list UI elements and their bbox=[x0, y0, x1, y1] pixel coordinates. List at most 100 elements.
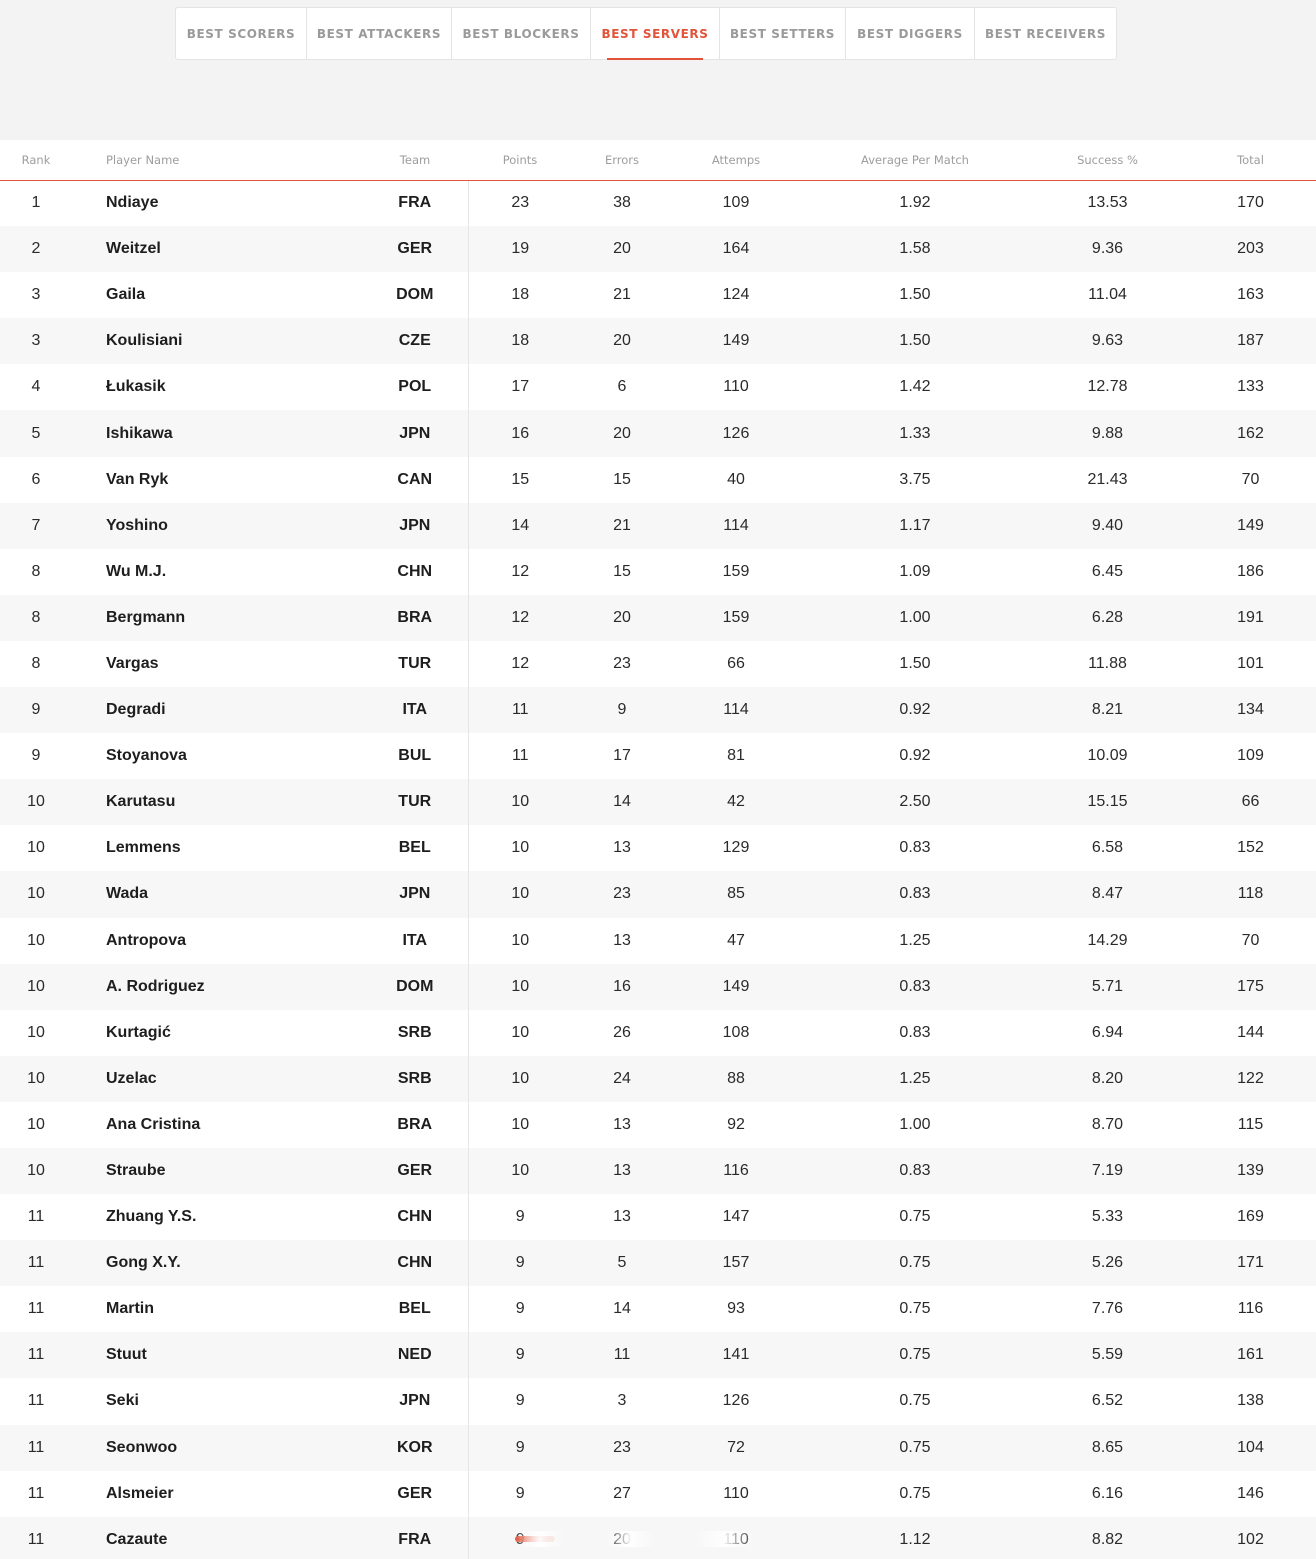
cell-average-per-match: 1.50 bbox=[899, 332, 931, 350]
cell-points: 10 bbox=[511, 793, 530, 811]
cell-player-name[interactable]: Van Ryk bbox=[72, 457, 362, 503]
table-row[interactable]: 10 Karutasu TUR 10 14 42 2.50 15.15 66 bbox=[0, 779, 1316, 826]
cell-player-name[interactable]: Martin bbox=[72, 1286, 362, 1332]
tab-best-attackers[interactable]: BEST ATTACKERS bbox=[307, 8, 452, 59]
cell-player-name[interactable]: Seki bbox=[72, 1378, 362, 1424]
cell-player-name[interactable]: Ishikawa bbox=[72, 410, 362, 456]
cell-player-name[interactable]: Zhuang Y.S. bbox=[72, 1194, 362, 1240]
cell-player-name[interactable]: Cazaute bbox=[72, 1517, 362, 1559]
cell-player-name[interactable]: Ndiaye bbox=[72, 180, 362, 226]
table-row[interactable]: 9 Stoyanova BUL 11 17 81 0.92 10.09 109 bbox=[0, 733, 1316, 780]
table-row[interactable]: 10 Kurtagić SRB 10 26 108 0.83 6.94 144 bbox=[0, 1009, 1316, 1056]
cell-player-name[interactable]: Gaila bbox=[72, 272, 362, 318]
cell-player-name[interactable]: A. Rodriguez bbox=[72, 964, 362, 1010]
cell-player-name[interactable]: Gong X.Y. bbox=[72, 1240, 362, 1286]
cell-team: ITA bbox=[362, 917, 469, 964]
cell-attempts: 92 bbox=[727, 1115, 745, 1133]
table-row[interactable]: 6 Van Ryk CAN 15 15 40 3.75 21.43 70 bbox=[0, 456, 1316, 503]
cell-player-name[interactable]: Stoyanova bbox=[72, 733, 362, 779]
table-row[interactable]: 7 Yoshino JPN 14 21 114 1.17 9.40 149 bbox=[0, 502, 1316, 549]
cell-player-name[interactable]: Ana Cristina bbox=[72, 1102, 362, 1148]
cell-player-name[interactable]: Koulisiani bbox=[72, 318, 362, 364]
cell-team: GER bbox=[362, 1470, 469, 1517]
column-header-attempts[interactable]: Attemps bbox=[672, 140, 800, 181]
cell-player-name[interactable]: Lemmens bbox=[72, 825, 362, 871]
column-header-average-per-match[interactable]: Average Per Match bbox=[800, 140, 1030, 181]
cell-success-percent: 5.33 bbox=[1091, 1208, 1124, 1226]
table-row[interactable]: 10 Lemmens BEL 10 13 129 0.83 6.58 152 bbox=[0, 825, 1316, 872]
column-header-rank[interactable]: Rank bbox=[0, 140, 72, 181]
cell-average-per-match: 0.75 bbox=[899, 1484, 931, 1502]
cell-player-name[interactable]: Wada bbox=[72, 871, 362, 917]
tab-best-scorers[interactable]: BEST SCORERS bbox=[176, 8, 307, 59]
cell-player-name[interactable]: Antropova bbox=[72, 918, 362, 964]
cell-player-name[interactable]: Bergmann bbox=[72, 595, 362, 641]
table-row[interactable]: 8 Vargas TUR 12 23 66 1.50 11.88 101 bbox=[0, 640, 1316, 688]
cell-player-name[interactable]: Uzelac bbox=[72, 1056, 362, 1102]
table-body: 1 Ndiaye FRA 23 38 109 1.92 13.53 170 2 Weitzel GER… bbox=[0, 180, 1316, 1559]
cell-success-percent: 11.04 bbox=[1088, 286, 1127, 304]
cell-errors: 20 bbox=[613, 608, 631, 626]
table-row[interactable]: 10 Wada JPN 10 23 85 0.83 8.47 118 bbox=[0, 871, 1316, 918]
cell-errors: 20 bbox=[613, 424, 631, 442]
cell-attempts: 93 bbox=[727, 1300, 745, 1318]
cell-rank: 10 bbox=[27, 1162, 45, 1180]
table-row[interactable]: 8 Bergmann BRA 12 20 159 1.00 6.28 191 bbox=[0, 594, 1316, 641]
column-header-team[interactable]: Team bbox=[362, 140, 468, 181]
cell-player-name[interactable]: Seonwoo bbox=[72, 1425, 362, 1471]
table-row[interactable]: 2 Weitzel GER 19 20 164 1.58 9.36 203 bbox=[0, 226, 1316, 273]
tab-best-diggers[interactable]: BEST DIGGERS bbox=[846, 8, 975, 59]
column-header-points[interactable]: Points bbox=[468, 140, 572, 181]
cell-total: 146 bbox=[1237, 1484, 1264, 1502]
cell-points: 10 bbox=[511, 885, 530, 903]
cell-attempts: 110 bbox=[723, 1530, 749, 1548]
cell-player-name[interactable]: Alsmeier bbox=[72, 1471, 362, 1517]
table-row[interactable]: 3 Koulisiani CZE 18 20 149 1.50 9.63 187 bbox=[0, 318, 1316, 365]
column-header-errors[interactable]: Errors bbox=[572, 140, 672, 181]
cell-player-name[interactable]: Karutasu bbox=[72, 779, 362, 825]
table-row[interactable]: 11 Gong X.Y. CHN 9 5 157 0.75 5.26 171 bbox=[0, 1240, 1316, 1287]
cell-player-name[interactable]: Vargas bbox=[72, 641, 362, 687]
table-row[interactable]: 11 Cazaute FRA 9 20 110 1.12 8.82 102 bbox=[0, 1516, 1316, 1559]
cell-player-name[interactable]: Weitzel bbox=[72, 226, 362, 272]
table-row[interactable]: 11 Seonwoo KOR 9 23 72 0.75 8.65 104 bbox=[0, 1424, 1316, 1471]
table-row[interactable]: 10 Straube GER 10 13 116 0.83 7.19 139 bbox=[0, 1147, 1316, 1195]
table-row[interactable]: 5 Ishikawa JPN 16 20 126 1.33 9.88 162 bbox=[0, 410, 1316, 457]
table-row[interactable]: 10 Antropova ITA 10 13 47 1.25 14.29 70 bbox=[0, 917, 1316, 964]
table-row[interactable]: 11 Zhuang Y.S. CHN 9 13 147 0.75 5.33 169 bbox=[0, 1194, 1316, 1241]
tab-best-setters[interactable]: BEST SETTERS bbox=[720, 8, 846, 59]
table-row[interactable]: 11 Seki JPN 9 3 126 0.75 6.52 138 bbox=[0, 1378, 1316, 1425]
cell-player-name[interactable]: Straube bbox=[72, 1148, 362, 1194]
tab-best-servers[interactable]: BEST SERVERS bbox=[591, 8, 720, 60]
cell-attempts: 81 bbox=[727, 747, 745, 765]
cell-player-name[interactable]: Stuut bbox=[72, 1332, 362, 1378]
cell-player-name[interactable]: Łukasik bbox=[72, 364, 362, 410]
table-row[interactable]: 11 Stuut NED 9 11 141 0.75 5.59 161 bbox=[0, 1332, 1316, 1379]
table-row[interactable]: 9 Degradi ITA 11 9 114 0.92 8.21 134 bbox=[0, 687, 1316, 734]
cell-points: 14 bbox=[511, 516, 530, 534]
column-header-player-name[interactable]: Player Name bbox=[72, 140, 362, 181]
tab-best-blockers[interactable]: BEST BLOCKERS bbox=[452, 8, 591, 59]
column-header-success-percent[interactable]: Success % bbox=[1030, 140, 1185, 181]
cell-player-name[interactable]: Kurtagić bbox=[72, 1010, 362, 1056]
cell-player-name[interactable]: Yoshino bbox=[72, 503, 362, 549]
cell-total: 186 bbox=[1237, 562, 1264, 580]
cell-errors: 21 bbox=[613, 286, 631, 304]
table-row[interactable]: 8 Wu M.J. CHN 12 15 159 1.09 6.45 186 bbox=[0, 548, 1316, 595]
cell-player-name[interactable]: Degradi bbox=[72, 687, 362, 733]
table-row[interactable]: 10 Uzelac SRB 10 24 88 1.25 8.20 122 bbox=[0, 1055, 1316, 1102]
table-row[interactable]: 3 Gaila DOM 18 21 124 1.50 11.04 163 bbox=[0, 272, 1316, 319]
tab-best-receivers[interactable]: BEST RECEIVERS bbox=[975, 8, 1116, 59]
cell-success-percent: 9.40 bbox=[1091, 516, 1124, 534]
table-row[interactable]: 10 Ana Cristina BRA 10 13 92 1.00 8.70 115 bbox=[0, 1101, 1316, 1148]
cell-total: 152 bbox=[1237, 839, 1264, 857]
cell-success-percent: 13.53 bbox=[1087, 194, 1128, 212]
table-row[interactable]: 11 Martin BEL 9 14 93 0.75 7.76 116 bbox=[0, 1286, 1316, 1333]
cell-total: 101 bbox=[1237, 654, 1264, 672]
column-header-total[interactable]: Total bbox=[1185, 140, 1316, 181]
table-row[interactable]: 1 Ndiaye FRA 23 38 109 1.92 13.53 170 bbox=[0, 180, 1316, 227]
table-row[interactable]: 10 A. Rodriguez DOM 10 16 149 0.83 5.71 175 bbox=[0, 963, 1316, 1010]
table-row[interactable]: 11 Alsmeier GER 9 27 110 0.75 6.16 146 bbox=[0, 1470, 1316, 1517]
table-row[interactable]: 4 Łukasik POL 17 6 110 1.42 12.78 133 bbox=[0, 364, 1316, 411]
cell-player-name[interactable]: Wu M.J. bbox=[72, 549, 362, 595]
